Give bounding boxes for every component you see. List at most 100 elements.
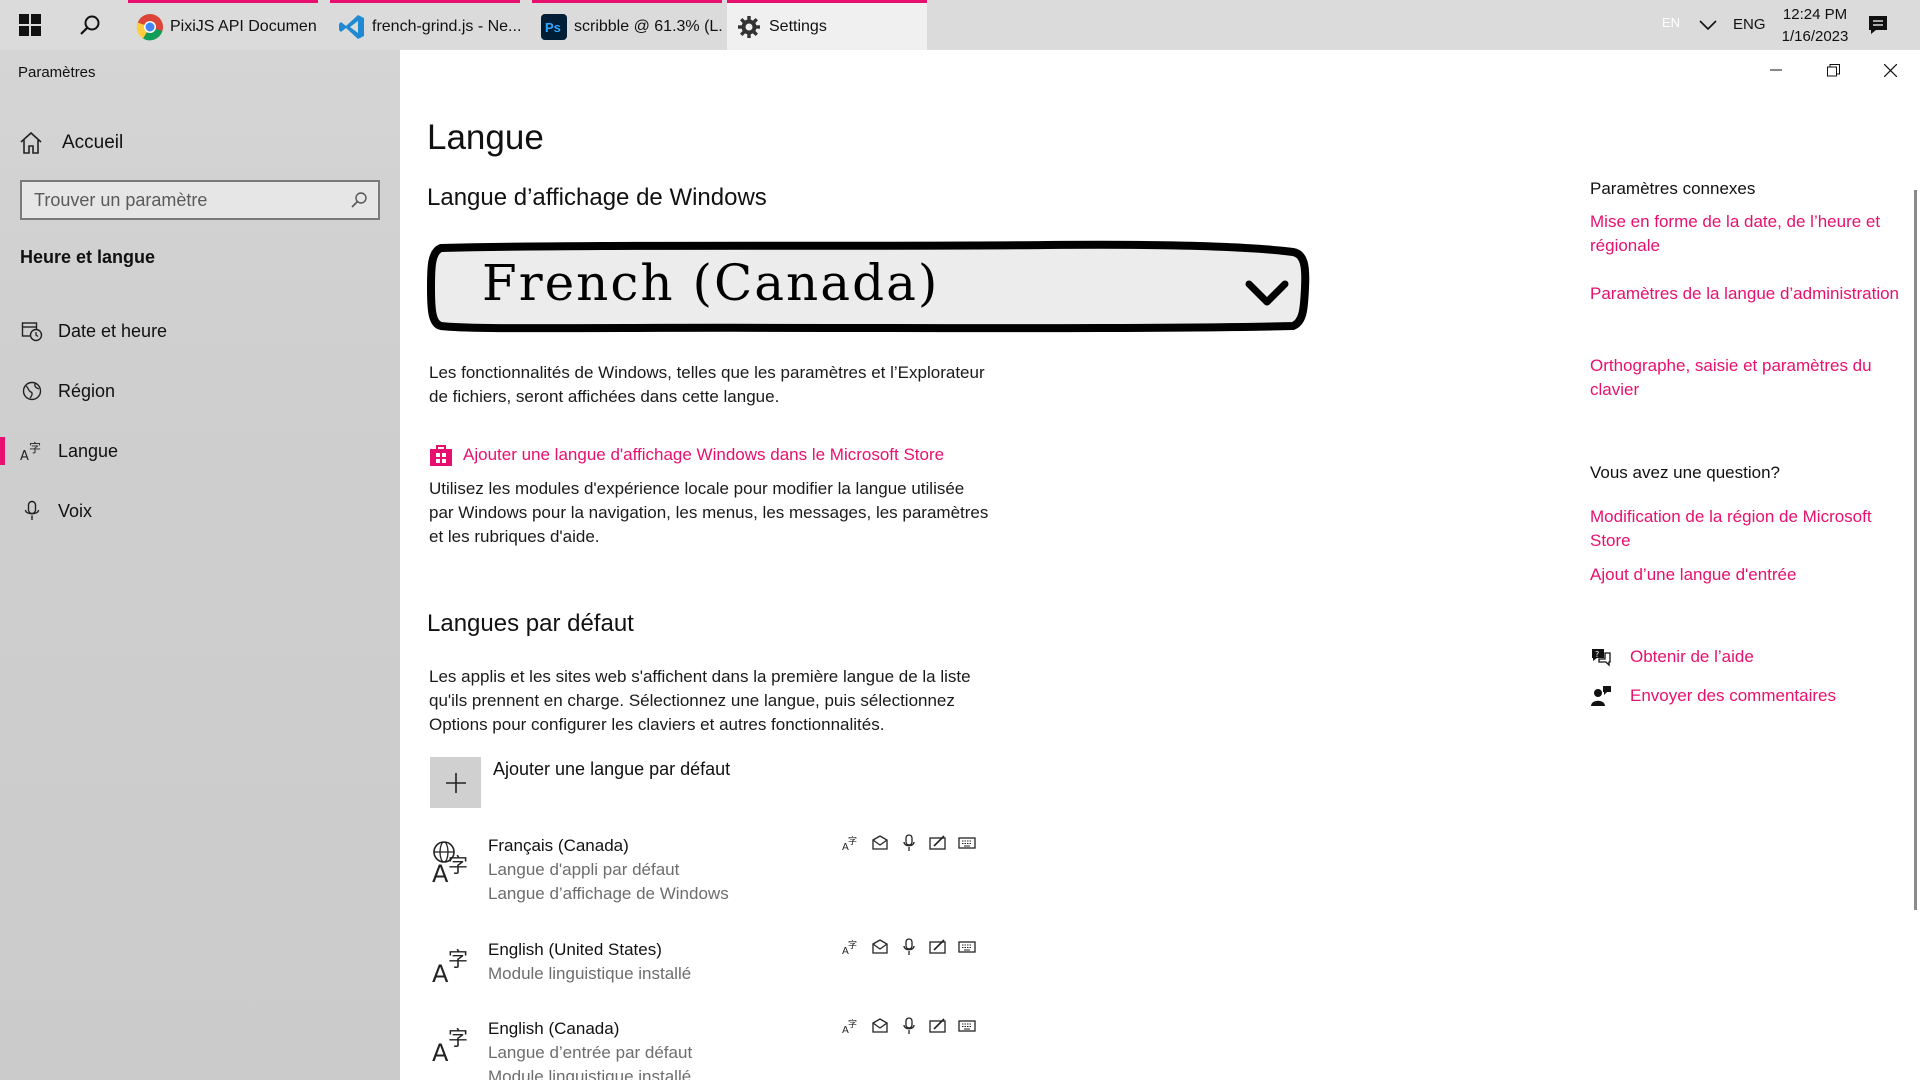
handwriting-icon xyxy=(929,834,947,852)
dropdown-value: French (Canada) xyxy=(482,254,940,312)
nav-home-label: Accueil xyxy=(62,132,124,153)
store-description: Utilisez les modules d'expérience locale… xyxy=(429,479,989,546)
get-help-link[interactable]: ? Obtenir de l’aide xyxy=(1590,646,1754,668)
globe-icon xyxy=(20,379,44,403)
language-indicator[interactable]: ENG xyxy=(1733,16,1766,33)
microphone-icon xyxy=(20,499,44,523)
svg-text:A: A xyxy=(432,960,449,986)
add-language-label: Ajouter une langue par défaut xyxy=(493,759,731,779)
taskbar-tab-label: french-grind.js - Ne... xyxy=(372,17,520,35)
search-icon[interactable] xyxy=(350,191,368,209)
language-status: Langue d’entrée par défaut xyxy=(488,1043,693,1062)
chevron-up-icon[interactable] xyxy=(1696,14,1720,36)
language-status: Langue d’affichage de Windows xyxy=(488,884,729,903)
keyboard-icon xyxy=(958,1017,976,1035)
nav-item-language[interactable]: A字 Langue xyxy=(0,427,400,475)
add-language-button[interactable]: Ajouter une langue par défaut xyxy=(430,757,730,808)
keyboard-icon xyxy=(958,834,976,852)
send-feedback-label: Envoyer des commentaires xyxy=(1630,686,1836,705)
svg-text:字: 字 xyxy=(29,440,41,455)
input-indicator[interactable]: EN xyxy=(1662,15,1680,30)
language-icon: A字 xyxy=(430,1021,474,1067)
nav-section-title: Heure et langue xyxy=(20,247,156,267)
microphone-icon xyxy=(900,1017,918,1035)
nav-item-label: Région xyxy=(58,380,116,401)
restore-button[interactable] xyxy=(1810,58,1856,82)
language-features: A字 xyxy=(842,834,976,852)
default-languages-heading: Langues par défaut xyxy=(427,610,634,637)
related-link-keyboard[interactable]: Orthographe, saisie et paramètres du cla… xyxy=(1590,354,1900,402)
related-link-admin-language[interactable]: Paramètres de la langue d’administration xyxy=(1590,282,1900,306)
photoshop-icon: Ps xyxy=(540,13,568,41)
language-pack-icon: A字 xyxy=(842,834,860,852)
svg-text:字: 字 xyxy=(848,835,857,847)
language-status: Module linguistique installé xyxy=(488,1067,692,1080)
send-feedback-link[interactable]: Envoyer des commentaires xyxy=(1590,685,1836,707)
help-chat-icon: ? xyxy=(1590,646,1612,668)
display-language-heading: Langue d’affichage de Windows xyxy=(427,184,767,211)
language-status: Module linguistique installé xyxy=(488,964,692,983)
language-name: English (United States) xyxy=(488,940,662,959)
related-settings-heading: Paramètres connexes xyxy=(1590,179,1756,198)
svg-text:A: A xyxy=(432,1039,449,1065)
taskbar-tab-photoshop[interactable]: Ps scribble @ 61.3% (L... xyxy=(532,0,722,50)
nav-home[interactable]: Accueil xyxy=(18,130,123,156)
store-link-label: Ajouter une langue d'affichage Windows d… xyxy=(463,445,945,464)
feedback-person-icon xyxy=(1590,685,1612,707)
speech-icon xyxy=(871,938,889,956)
home-icon xyxy=(18,130,44,156)
language-name: English (Canada) xyxy=(488,1019,620,1038)
language-pack-icon: A字 xyxy=(842,938,860,956)
handwriting-icon xyxy=(929,938,947,956)
svg-text:字: 字 xyxy=(448,1026,468,1050)
default-languages-description: Les applis et les sites web s'affichent … xyxy=(429,667,971,734)
taskbar-tab-vscode[interactable]: french-grind.js - Ne... xyxy=(330,0,520,50)
store-bag-icon xyxy=(429,443,453,467)
clock[interactable]: 12:24 PM 1/16/2023 xyxy=(1770,4,1860,48)
app-title: Paramètres xyxy=(18,64,96,81)
plus-icon xyxy=(430,757,481,808)
scrollbar[interactable] xyxy=(1914,190,1917,910)
language-pack-icon: A字 xyxy=(842,1017,860,1035)
language-item-en-ca[interactable]: A字 English (Canada) Langue d’entrée par … xyxy=(430,1017,990,1080)
nav-item-label: Langue xyxy=(58,440,119,461)
related-link-date-format[interactable]: Mise en forme de la date, de l’heure et … xyxy=(1590,210,1900,258)
search-icon[interactable] xyxy=(72,10,108,40)
svg-text:?: ? xyxy=(1595,650,1599,659)
language-icon: A字 xyxy=(430,942,474,988)
question-link-store-region[interactable]: Modification de la région de Microsoft S… xyxy=(1590,505,1900,553)
display-language-dropdown[interactable]: French (Canada) xyxy=(427,240,1310,333)
nav-item-date-time[interactable]: Date et heure xyxy=(0,307,400,355)
svg-text:字: 字 xyxy=(448,947,468,971)
nav-item-voice[interactable]: Voix xyxy=(0,487,400,535)
microphone-icon xyxy=(900,834,918,852)
taskbar-tab-label: Settings xyxy=(769,17,827,35)
question-link-input-language[interactable]: Ajout d’une langue d'entrée xyxy=(1590,563,1900,587)
speech-icon xyxy=(871,1017,889,1035)
question-heading: Vous avez une question? xyxy=(1590,463,1780,482)
speech-icon xyxy=(871,834,889,852)
chrome-icon xyxy=(136,13,164,41)
language-name: Français (Canada) xyxy=(488,836,629,855)
language-item-fr-ca[interactable]: A字 Français (Canada) Langue d'appli par … xyxy=(430,834,990,910)
handwriting-icon xyxy=(929,1017,947,1035)
taskbar-tab-label: scribble @ 61.3% (L... xyxy=(574,17,722,35)
settings-search xyxy=(20,180,380,220)
notification-icon[interactable] xyxy=(1866,13,1890,37)
microsoft-store-link[interactable]: Ajouter une langue d'affichage Windows d… xyxy=(429,443,944,467)
windows-start-icon[interactable] xyxy=(12,12,48,38)
svg-text:字: 字 xyxy=(848,1018,857,1030)
nav-item-region[interactable]: Région xyxy=(0,367,400,415)
close-button[interactable] xyxy=(1867,58,1913,82)
language-features: A字 xyxy=(842,1017,976,1035)
minimize-button[interactable] xyxy=(1753,58,1799,82)
language-item-en-us[interactable]: A字 English (United States) Module lingui… xyxy=(430,938,990,994)
vscode-icon xyxy=(338,13,366,41)
search-input[interactable] xyxy=(34,189,334,211)
language-features: A字 xyxy=(842,938,976,956)
display-language-description: Les fonctionnalités de Windows, telles q… xyxy=(429,363,985,406)
taskbar-tab-settings[interactable]: Settings xyxy=(727,0,927,50)
clock-time: 12:24 PM xyxy=(1782,6,1848,23)
taskbar-tab-chrome[interactable]: PixiJS API Documen... xyxy=(128,0,318,50)
globe-language-icon: A字 xyxy=(430,840,474,888)
